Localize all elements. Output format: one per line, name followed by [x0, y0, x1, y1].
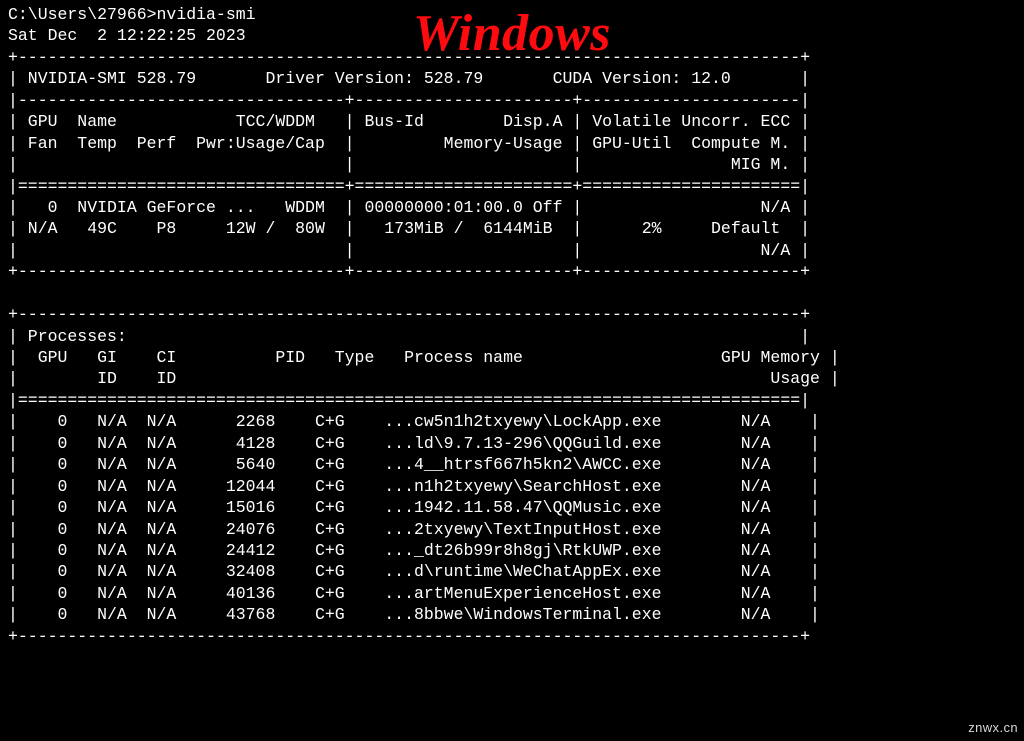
watermark: znwx.cn — [968, 720, 1018, 737]
terminal-output: C:\Users\27966>nvidia-smi Sat Dec 2 12:2… — [8, 4, 1016, 647]
